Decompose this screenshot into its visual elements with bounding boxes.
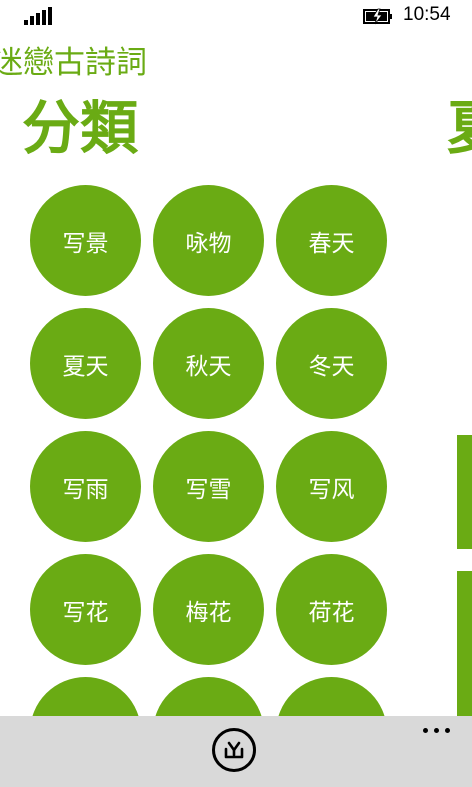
category-button[interactable]: 写雨 xyxy=(30,431,141,542)
pivot-header-next[interactable]: 夏 xyxy=(447,88,472,168)
signal-bars-icon xyxy=(24,7,54,25)
category-button[interactable]: 冬天 xyxy=(276,308,387,419)
category-button[interactable] xyxy=(153,677,264,716)
category-button[interactable]: 春天 xyxy=(276,185,387,296)
category-button[interactable]: 咏物 xyxy=(153,185,264,296)
category-button[interactable]: 夏天 xyxy=(30,308,141,419)
category-button[interactable]: 荷花 xyxy=(276,554,387,665)
status-bar: 10:54 xyxy=(0,0,472,34)
next-page-tile[interactable] xyxy=(457,571,472,716)
ellipsis-icon[interactable] xyxy=(420,722,456,738)
category-button[interactable]: 秋天 xyxy=(153,308,264,419)
battery-charging-icon xyxy=(363,7,393,25)
category-button[interactable] xyxy=(30,677,141,716)
app-bar xyxy=(0,716,472,787)
category-button[interactable]: 写风 xyxy=(276,431,387,542)
category-button[interactable] xyxy=(276,677,387,716)
clock: 10:54 xyxy=(403,4,451,25)
pivot-header-current[interactable]: 分類 xyxy=(22,88,138,168)
category-button[interactable]: 写花 xyxy=(30,554,141,665)
app-title: 迷戀古詩詞 xyxy=(0,45,147,81)
next-page-tile[interactable] xyxy=(457,435,472,549)
category-button[interactable]: 梅花 xyxy=(153,554,264,665)
category-grid: 写景 咏物 春天 夏天 秋天 冬天 写雨 写雪 写风 写花 梅花 荷花 xyxy=(29,184,389,716)
recycle-icon xyxy=(224,741,244,759)
category-button[interactable]: 写雪 xyxy=(153,431,264,542)
recycle-button[interactable] xyxy=(212,728,256,772)
category-button[interactable]: 写景 xyxy=(30,185,141,296)
